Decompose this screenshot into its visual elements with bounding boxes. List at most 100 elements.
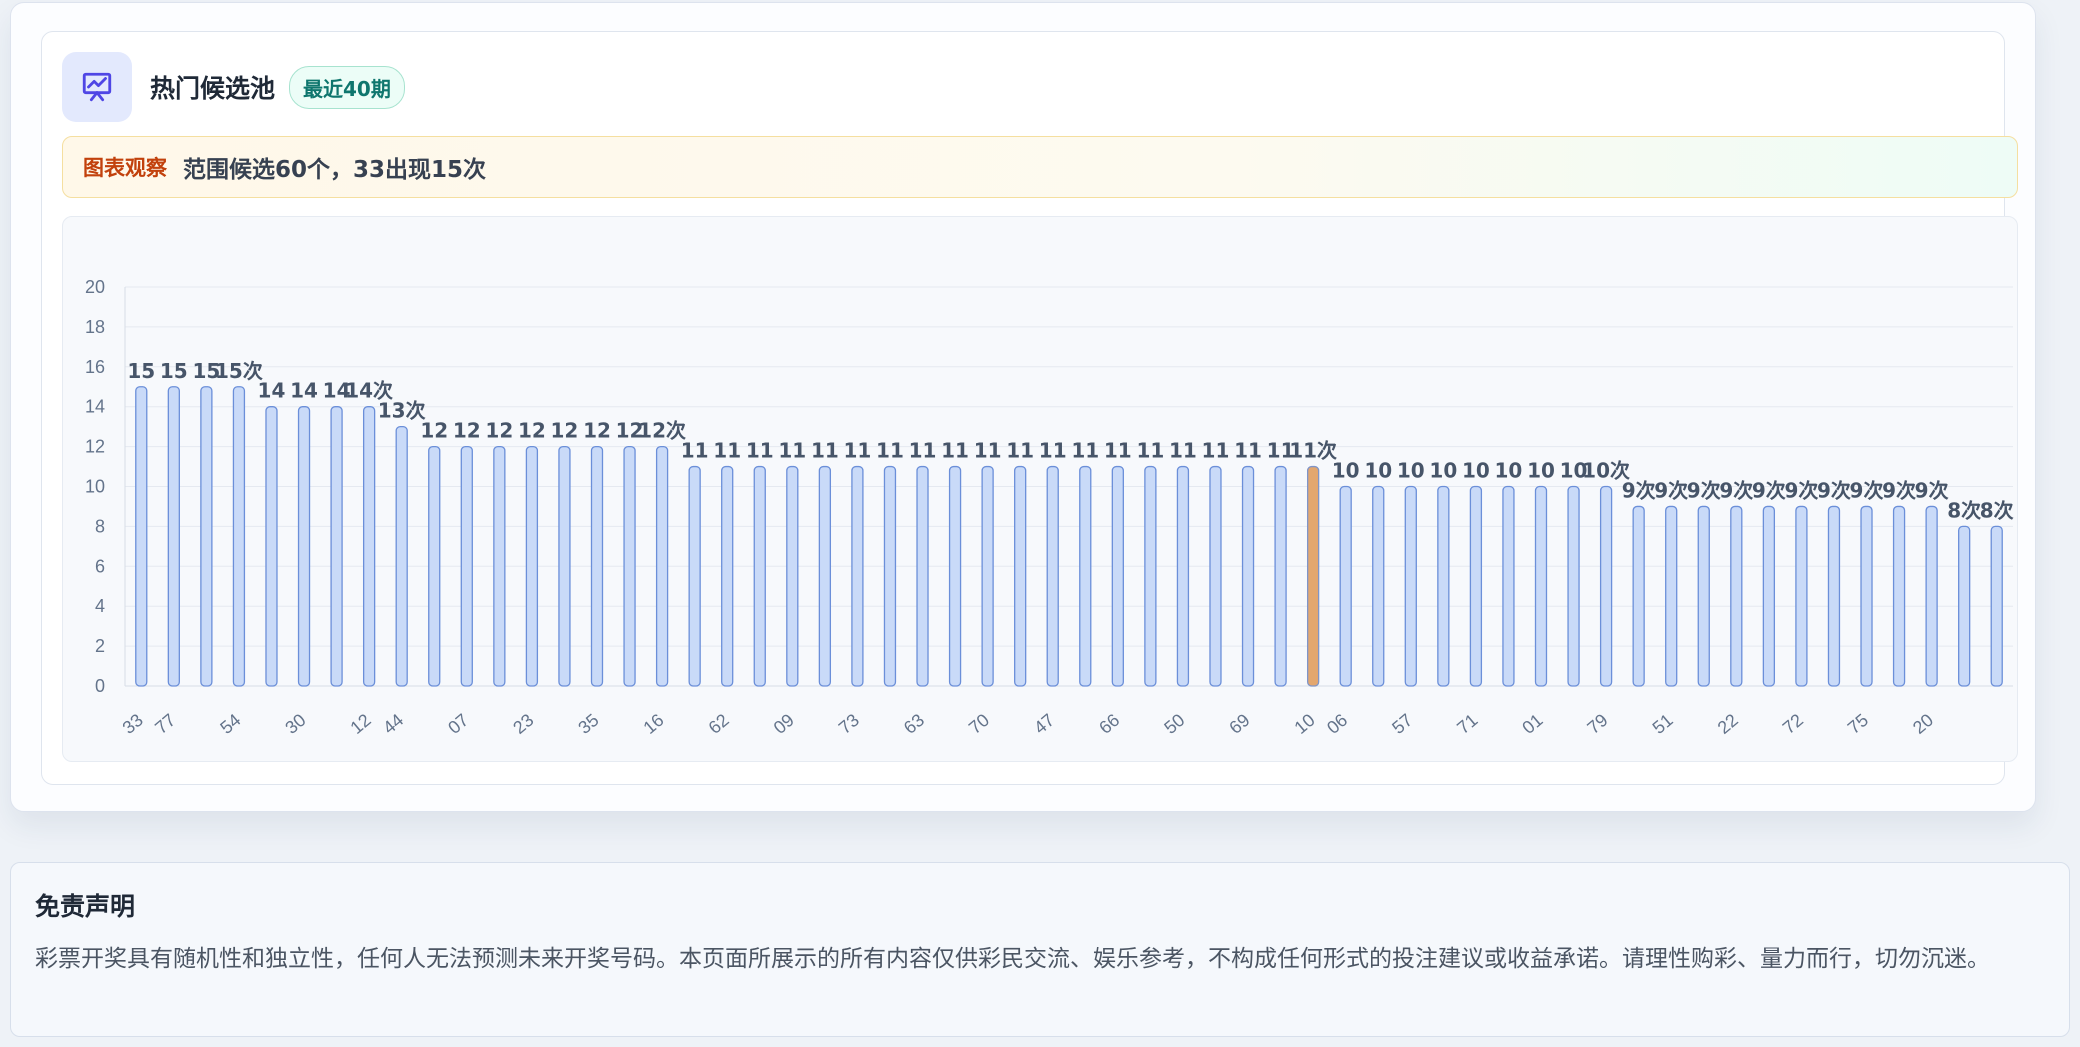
bar-value-label: 15 <box>127 359 155 383</box>
bar-value-label: 10 <box>1332 459 1360 483</box>
bar <box>883 465 897 687</box>
bar <box>721 465 734 687</box>
x-tick-label: 12 <box>347 710 375 738</box>
y-tick-label: 12 <box>85 437 105 457</box>
bar <box>753 465 766 687</box>
bar <box>428 445 441 687</box>
x-tick-label: 72 <box>1779 710 1807 738</box>
observation-text: 范围候选60个，33出现15次 <box>183 157 487 183</box>
bar <box>330 406 343 687</box>
bar-value-label: 11 <box>778 439 806 463</box>
x-tick-label: 71 <box>1453 710 1481 738</box>
bar-value-label: 14 <box>290 379 318 403</box>
bar <box>1274 465 1287 687</box>
bar <box>851 465 864 687</box>
bar-value-label: 11 <box>974 439 1002 463</box>
hot-pool-inner-card: 热门候选池 最近40期 图表观察 范围候选60个，33出现15次 0 2 4 6 8 10… <box>41 31 2018 785</box>
observation-label: 图表观察 <box>83 156 167 180</box>
hot-pool-card: 热门候选池 最近40期 图表观察 范围候选60个，33出现15次 0 2 4 6 8 10… <box>10 2 2036 812</box>
bar-chart: 02468101214161820153315771515次5414 143014… <box>85 277 2014 738</box>
bar <box>1892 505 1906 687</box>
x-tick-label: 73 <box>835 710 863 738</box>
x-tick-label: 75 <box>1844 710 1872 738</box>
bar <box>362 406 376 687</box>
bar-value-label: 12 <box>485 419 513 443</box>
bar <box>493 445 506 687</box>
y-tick-label: 8 <box>95 516 105 536</box>
bar <box>916 465 929 687</box>
bar-value-label: 11 <box>1039 439 1067 463</box>
bar-value-label: 9次 <box>1882 478 1916 502</box>
x-tick-label: 47 <box>1030 710 1058 738</box>
bar <box>395 425 408 687</box>
bar <box>1925 505 1938 687</box>
x-tick-label: 51 <box>1649 710 1677 738</box>
x-tick-label: 16 <box>639 710 667 738</box>
bar <box>1762 505 1776 687</box>
bar-value-label: 10 <box>1364 459 1392 483</box>
y-tick-label: 2 <box>95 636 105 656</box>
bar-value-label: 10 <box>1429 459 1457 483</box>
chart-presentation-icon <box>62 52 132 122</box>
bar <box>590 445 604 687</box>
disclaimer-text: 彩票开奖具有随机性和独立性，任何人无法预测未来开奖号码。本页面所展示的所有内容仅… <box>35 946 1990 972</box>
y-tick-label: 0 <box>95 676 105 696</box>
bar-value-label: 13次 <box>378 399 426 423</box>
bar <box>1241 465 1255 687</box>
y-tick-label: 18 <box>85 317 105 337</box>
bar-value-label: 12 <box>551 419 579 443</box>
card-title: 热门候选池 <box>150 74 276 103</box>
bar-value-label: 11次 <box>1289 439 1337 463</box>
bar <box>1111 465 1124 687</box>
bar-value-label: 11 <box>1071 439 1099 463</box>
bar-value-label: 10 <box>1495 459 1523 483</box>
bar <box>1046 465 1059 687</box>
bar <box>1437 485 1450 687</box>
bar <box>1209 465 1222 687</box>
bar <box>1404 485 1417 687</box>
bar <box>1144 465 1157 687</box>
card-header: 热门候选池 最近40期 <box>62 52 405 122</box>
bar-value-label: 12次 <box>638 419 686 443</box>
bar <box>1632 505 1645 687</box>
bar-value-label: 15次 <box>215 359 263 383</box>
bar-value-label: 14 <box>258 379 286 403</box>
bar <box>558 445 571 687</box>
bar-value-label: 10 <box>1527 459 1555 483</box>
bar <box>688 465 701 687</box>
bar-value-label: 12 <box>518 419 546 443</box>
bar <box>135 386 148 687</box>
bar-value-label: 9次 <box>1622 478 1656 502</box>
bar-value-label: 9次 <box>1915 478 1949 502</box>
bar <box>1730 505 1743 687</box>
bar <box>1534 485 1548 687</box>
y-tick-label: 14 <box>85 397 105 417</box>
bar <box>460 445 473 687</box>
x-tick-label: 10 <box>1291 710 1319 738</box>
bar-value-label: 9次 <box>1752 478 1786 502</box>
chart-observation-banner: 图表观察 范围候选60个，33出现15次 <box>62 136 2018 198</box>
bar <box>786 465 799 687</box>
y-tick-label: 16 <box>85 357 105 377</box>
x-tick-label: 50 <box>1160 710 1188 738</box>
bar <box>1697 505 1710 687</box>
bar <box>818 465 832 687</box>
bar <box>1665 505 1678 687</box>
bar-value-label: 8次 <box>1947 498 1981 522</box>
bar <box>1306 465 1320 687</box>
bar-value-label: 12 <box>583 419 611 443</box>
x-tick-label: 23 <box>509 710 537 738</box>
bar <box>297 406 311 687</box>
x-tick-label: 33 <box>119 710 147 738</box>
bar-value-label: 9次 <box>1654 478 1688 502</box>
x-tick-label: 07 <box>444 710 472 738</box>
x-tick-label: 62 <box>705 710 733 738</box>
bar <box>1958 525 1971 687</box>
chart-panel: 0 2 4 6 8 10 12 14 16 18 20 15 33 15 77 15 15次 54 14 14 30 14… <box>62 216 2018 762</box>
bar-value-label: 8次 <box>1980 498 2014 522</box>
bar <box>981 465 994 687</box>
y-tick-label: 10 <box>85 477 105 497</box>
bar-value-label: 12 <box>420 419 448 443</box>
bar <box>1014 465 1027 687</box>
bar <box>1599 485 1613 687</box>
